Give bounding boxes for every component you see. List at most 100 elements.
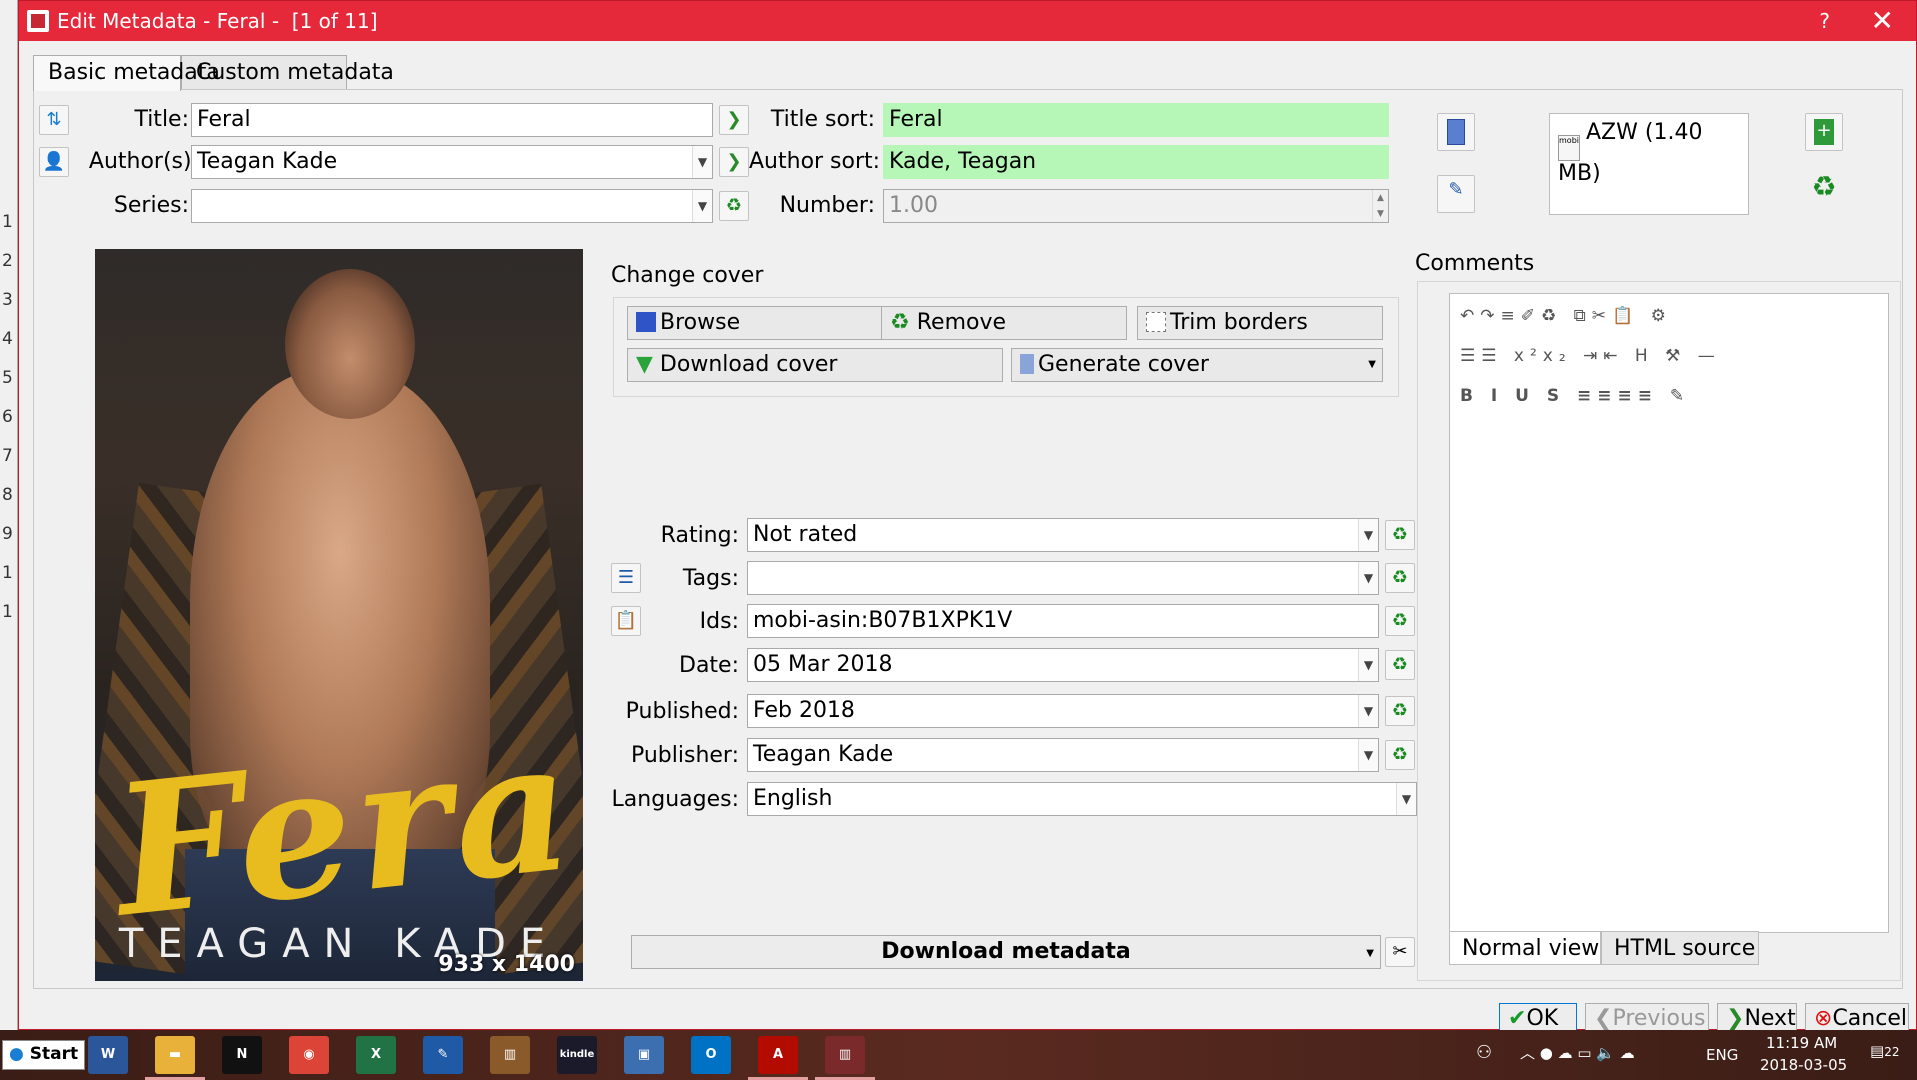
editor-toolbar-row-1[interactable]: ↶↷≡✐♻ ⧉✂📋 ⚙ [1460,306,1672,326]
configure-download-button[interactable]: ✂ [1385,937,1415,967]
calibre-app[interactable]: ▥ [815,1036,875,1080]
clear-rating-button[interactable]: ♻ [1385,520,1415,550]
clear-series-button[interactable]: ♻ [719,191,749,221]
swap-icon: ⇅ [46,109,62,130]
people-icon[interactable]: ⚇ [1476,1042,1492,1063]
word-app[interactable]: W [88,1036,128,1074]
excel-app[interactable]: X [356,1036,396,1074]
clear-tags-button[interactable]: ♻ [1385,563,1415,593]
background-row-number: 3 [2,290,13,310]
browse-cover-button[interactable]: Browse [627,306,889,340]
paste-ids-button[interactable]: 📋 [611,606,641,636]
library-app[interactable]: ▥ [490,1036,530,1074]
start-button[interactable]: ● Start [2,1040,86,1070]
clock-date[interactable]: 2018-03-05 [1760,1056,1847,1074]
chevron-down-icon[interactable]: ▼ [1368,359,1376,370]
chevron-down-icon[interactable]: ▼ [1366,948,1374,959]
edit-icon: ✎ [1448,179,1464,200]
generate-cover-button[interactable]: Generate cover ▼ [1011,348,1383,382]
editor-toolbar-row-2[interactable]: ☰☰ x²x₂ ⇥⇤ H ⚒ — [1460,346,1721,366]
trim-borders-button[interactable]: Trim borders [1137,306,1383,340]
spin-arrows-icon[interactable]: ▲ ▼ [1372,190,1388,222]
help-button[interactable]: ? [1819,9,1830,33]
clear-publisher-button[interactable]: ♻ [1385,740,1415,770]
clock-time[interactable]: 11:19 AM [1766,1034,1837,1052]
formats-list[interactable]: mobi AZW (1.40 MB) [1549,113,1749,215]
remove-format-button[interactable]: ♻ [1805,173,1843,211]
series-combobox[interactable]: ▼ [191,189,713,223]
tab-normal-view[interactable]: Normal view [1449,931,1601,965]
kindle-app[interactable]: kindle [557,1036,597,1074]
manage-tags-button[interactable]: ☰ [611,563,641,593]
cancel-label: Cancel [1832,1006,1907,1031]
close-button[interactable]: ✕ [1871,4,1894,37]
clear-published-button[interactable]: ♻ [1385,696,1415,726]
chevron-down-icon[interactable]: ▼ [692,146,712,178]
title-input[interactable]: Feral [191,103,713,137]
manage-authors-button[interactable]: 👤 [39,147,69,177]
chevron-down-icon[interactable]: ▼ [1358,739,1378,771]
tray-icons[interactable]: ︿ ● ☁ ▭ 🔈 ☁ [1520,1042,1635,1063]
tags-input[interactable]: ▼ [747,561,1379,595]
cover-image[interactable]: Feral TEAGAN KADE 933 x 1400 [95,249,583,981]
download-metadata-button[interactable]: Download metadata ▼ [631,935,1381,969]
network-app[interactable]: ▣ [624,1036,664,1074]
chevron-down-icon[interactable]: ▼ [1358,519,1378,551]
clear-ids-button[interactable]: ♻ [1385,606,1415,636]
languages-label: Languages: [611,787,739,812]
authors-combobox[interactable]: Teagan Kade ▼ [191,145,713,179]
languages-combobox[interactable]: English ▼ [747,782,1417,816]
clear-date-button[interactable]: ♻ [1385,650,1415,680]
published-input[interactable]: Feb 2018 ▼ [747,694,1379,728]
cover-dimensions: 933 x 1400 [438,952,575,977]
date-input[interactable]: 05 Mar 2018 ▼ [747,648,1379,682]
title-sort-auto-button[interactable]: ❯ [719,105,749,135]
set-cover-from-format-button[interactable] [1437,113,1475,151]
chevron-down-icon[interactable]: ▼ [692,190,712,222]
add-format-button[interactable]: + [1805,113,1843,151]
trim-label: Trim borders [1170,310,1308,335]
background-row-number: 9 [2,524,13,544]
book-cover-icon [1447,119,1465,145]
ids-label: Ids: [699,609,739,634]
chevron-down-icon[interactable]: ▼ [1396,783,1416,815]
editor-toolbar-row-3[interactable]: B I U S ≡≡≡≡ ✎ [1460,386,1690,406]
title-sort-label: Title sort: [770,107,875,132]
browse-label: Browse [660,310,741,335]
publisher-label: Publisher: [630,743,739,768]
title-sort-input[interactable]: Feral [883,103,1389,137]
language-indicator[interactable]: ENG [1706,1046,1738,1064]
generate-cover-icon [1020,354,1034,374]
comments-editor[interactable]: ↶↷≡✐♻ ⧉✂📋 ⚙ ☰☰ x²x₂ ⇥⇤ H ⚒ — B I U S ≡≡≡… [1449,293,1889,933]
series-number-spinbox[interactable]: 1.00 ▲ ▼ [883,189,1389,223]
title-bar: Edit Metadata - Feral - [1 of 11] ? ✕ [19,1,1916,41]
swap-title-author-button[interactable]: ⇅ [39,105,69,135]
download-cover-button[interactable]: ▼ Download cover [627,348,1003,382]
outlook-app[interactable]: O [691,1036,731,1074]
background-row-number: 7 [2,446,13,466]
publisher-combobox[interactable]: Teagan Kade ▼ [747,738,1379,772]
folder-icon [636,312,656,332]
tab-html-source[interactable]: HTML source [1601,931,1759,965]
trim-icon [1146,312,1166,332]
chevron-down-icon[interactable]: ▼ [1358,695,1378,727]
chevron-down-icon[interactable]: ▼ [1358,649,1378,681]
ids-input[interactable]: mobi-asin:B07B1XPK1V [747,604,1379,638]
pdf-app[interactable]: A [748,1036,808,1080]
tab-basic-metadata[interactable]: Basic metadata [33,55,220,91]
rating-combobox[interactable]: Not rated ▼ [747,518,1379,552]
window-title: Edit Metadata - Feral - [1 of 11] [57,9,378,33]
comments-label: Comments [1415,251,1535,276]
chrome-app[interactable]: ◉ [289,1036,329,1074]
tool-app[interactable]: ✎ [423,1036,463,1074]
remove-cover-button[interactable]: ♻ Remove [881,306,1127,340]
netflix-app[interactable]: N [222,1036,262,1074]
notification-center-button[interactable]: ▤22 [1870,1042,1899,1060]
chevron-down-icon[interactable]: ▼ [1358,562,1378,594]
right-arrow-icon: ❯ [726,151,742,172]
update-metadata-from-format-button[interactable]: ✎ [1437,175,1475,213]
file-explorer-app[interactable]: ▬ [145,1036,205,1080]
checkmark-icon: ✔ [1508,1006,1527,1031]
author-sort-input[interactable]: Kade, Teagan [883,145,1389,179]
author-sort-auto-button[interactable]: ❯ [719,147,749,177]
